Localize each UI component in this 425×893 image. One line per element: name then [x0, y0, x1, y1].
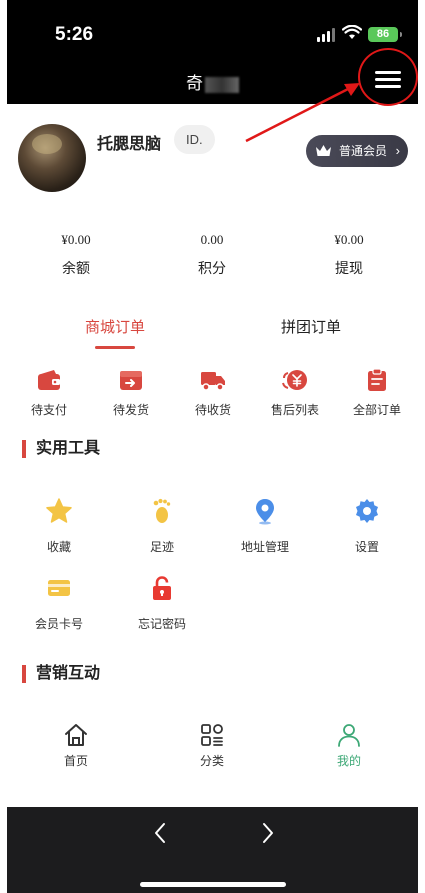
order-label: 待发货 — [112, 403, 149, 417]
username: 托腮思脑 — [97, 136, 162, 153]
user-icon — [338, 724, 360, 747]
order-pending-shipment[interactable]: 待发货 — [96, 368, 166, 418]
wifi-icon — [342, 25, 362, 39]
stat-points[interactable]: 0.00 积分 — [162, 232, 262, 278]
redacted-title-blur — [205, 76, 239, 93]
tab-mall-orders[interactable]: 商城订单 — [85, 316, 145, 337]
home-icon — [65, 724, 87, 746]
order-label: 售后列表 — [270, 403, 319, 417]
refund-icon — [282, 370, 307, 390]
star-icon — [46, 498, 72, 523]
stat-label: 余额 — [62, 260, 90, 276]
status-bar: 5:26 86 — [7, 0, 418, 57]
battery-indicator: 86 — [368, 27, 402, 42]
footprint-icon — [153, 498, 171, 523]
tool-footprint[interactable]: 足迹 — [122, 497, 202, 555]
member-level-label: 普通会员 — [339, 144, 388, 158]
tool-label: 地址管理 — [240, 540, 289, 554]
tab-home[interactable]: 首页 — [36, 722, 116, 769]
stat-label: 提现 — [335, 260, 363, 276]
status-time: 5:26 — [55, 24, 94, 45]
user-id-label: ID. — [186, 132, 203, 147]
page-title-text: 奇 — [186, 74, 203, 93]
tab-mine[interactable]: 我的 — [309, 722, 389, 769]
order-after-sales[interactable]: 售后列表 — [260, 368, 330, 418]
tool-settings[interactable]: 设置 — [327, 497, 407, 555]
bottom-tab-bar: 首页 分类 我的 — [0, 722, 425, 782]
section-title-tools: 实用工具 — [22, 440, 100, 458]
order-pending-payment[interactable]: 待支付 — [14, 368, 84, 418]
avatar[interactable] — [18, 124, 86, 192]
user-id-chip: ID. — [174, 125, 215, 154]
tool-label: 忘记密码 — [137, 617, 186, 631]
box-icon — [120, 371, 142, 390]
gear-icon — [356, 499, 378, 523]
stat-value: ¥0.00 — [61, 232, 91, 247]
annotation-circle — [358, 48, 418, 106]
order-label: 待支付 — [30, 403, 67, 417]
forward-arrow-icon[interactable] — [261, 821, 275, 845]
stat-value: ¥0.00 — [334, 232, 364, 247]
tool-label: 会员卡号 — [34, 617, 83, 631]
cellular-signal-icon — [317, 28, 335, 42]
order-label: 全部订单 — [352, 403, 401, 417]
tool-label: 设置 — [354, 540, 379, 554]
tab-category[interactable]: 分类 — [172, 722, 252, 769]
profile-header: 托腮思脑 ID. 普通会员 › — [0, 104, 425, 214]
lock-icon — [153, 576, 171, 600]
tool-label: 足迹 — [149, 540, 174, 554]
location-pin-icon — [256, 499, 274, 525]
truck-icon — [201, 372, 225, 391]
stat-balance[interactable]: ¥0.00 余额 — [26, 232, 126, 278]
browser-toolbar — [7, 807, 418, 893]
card-icon — [48, 580, 70, 596]
section-title-marketing: 营销互动 — [22, 665, 100, 683]
order-all[interactable]: 全部订单 — [342, 368, 412, 418]
tool-label: 收藏 — [46, 540, 71, 554]
back-arrow-icon[interactable] — [153, 821, 167, 845]
order-status-grid: 待支付 待发货 待收货 售后列表 全部订单 — [0, 368, 425, 428]
tool-address-management[interactable]: 地址管理 — [225, 497, 305, 555]
order-label: 待收货 — [194, 403, 231, 417]
tab-label: 我的 — [336, 754, 361, 768]
member-level-button[interactable]: 普通会员 › — [306, 135, 408, 167]
home-indicator[interactable] — [140, 882, 286, 887]
order-tabs: 商城订单 拼团订单 — [0, 310, 425, 350]
tool-forgot-password[interactable]: 忘记密码 — [122, 574, 202, 632]
stat-label: 积分 — [198, 260, 226, 276]
category-icon — [201, 724, 223, 746]
tool-member-card[interactable]: 会员卡号 — [19, 574, 99, 632]
wallet-icon — [38, 370, 60, 390]
account-stats: ¥0.00 余额 0.00 积分 ¥0.00 提现 — [0, 232, 425, 282]
tool-favorites[interactable]: 收藏 — [19, 497, 99, 555]
tab-label: 分类 — [199, 754, 224, 768]
active-tab-indicator — [95, 346, 135, 349]
clipboard-icon — [368, 368, 386, 391]
crown-icon — [316, 145, 331, 156]
tab-label: 首页 — [63, 754, 88, 768]
stat-value: 0.00 — [200, 232, 224, 247]
tab-group-orders[interactable]: 拼团订单 — [281, 316, 341, 337]
stat-withdraw[interactable]: ¥0.00 提现 — [299, 232, 399, 278]
chevron-right-icon: › — [395, 143, 400, 158]
order-pending-receipt[interactable]: 待收货 — [178, 368, 248, 418]
